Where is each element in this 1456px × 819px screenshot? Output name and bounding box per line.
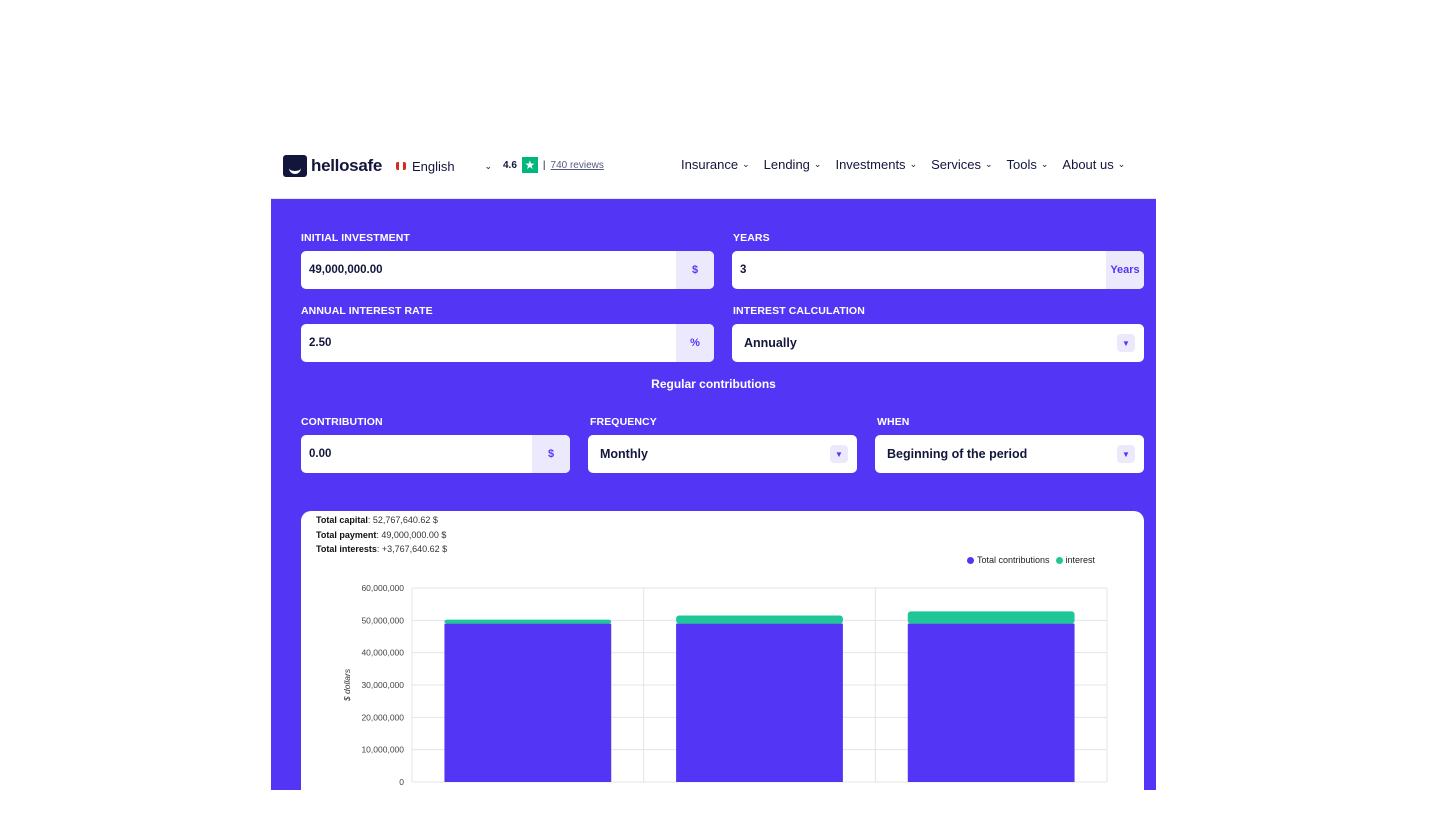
main-nav: Insurance ⌄ Lending ⌄ Investments ⌄ Service… xyxy=(681,157,1125,172)
contribution-label: CONTRIBUTION xyxy=(301,416,383,428)
contribution-value[interactable]: 0.00 xyxy=(301,448,532,460)
chevron-down-icon: ▼ xyxy=(1117,334,1135,352)
y-tick-label: 60,000,000 xyxy=(361,583,404,593)
when-select[interactable]: Beginning of the period ▼ xyxy=(875,435,1144,473)
wallet-icon xyxy=(283,155,307,177)
divider: | xyxy=(542,159,546,171)
nav-label: Tools xyxy=(1006,157,1037,172)
chevron-down-icon: ⌄ xyxy=(813,159,822,169)
interest-rate-field[interactable]: 2.50 % xyxy=(301,324,714,362)
when-label: WHEN xyxy=(877,416,910,428)
y-tick-label: 30,000,000 xyxy=(361,680,404,690)
years-value[interactable]: 3 xyxy=(732,264,1106,276)
site-header: hellosafe English ⌄ 4.6 ★ | 740 reviews … xyxy=(271,147,1156,199)
chevron-down-icon: ▼ xyxy=(1117,445,1135,463)
annual-interest-rate-label: ANNUAL INTEREST RATE xyxy=(301,305,433,317)
dollar-unit: $ xyxy=(676,251,714,289)
dollar-unit: $ xyxy=(532,435,570,473)
nav-label: Investments xyxy=(835,157,906,172)
nav-tools[interactable]: Tools ⌄ xyxy=(1007,157,1049,172)
bar-interest xyxy=(676,615,843,624)
chevron-down-icon: ⌄ xyxy=(1117,159,1126,169)
frequency-label: FREQUENCY xyxy=(590,416,657,428)
when-value: Beginning of the period xyxy=(887,447,1028,461)
interest-rate-value[interactable]: 2.50 xyxy=(301,337,676,349)
years-field[interactable]: 3 Years xyxy=(732,251,1144,289)
nav-services[interactable]: Services ⌄ xyxy=(931,157,992,172)
years-label: YEARS xyxy=(733,232,770,244)
calculator-panel: INITIAL INVESTMENT 49,000,000.00 $ YEARS… xyxy=(271,199,1156,790)
initial-investment-field[interactable]: 49,000,000.00 $ xyxy=(301,251,714,289)
nav-investments[interactable]: Investments ⌄ xyxy=(835,157,917,172)
reviews-link[interactable]: 740 reviews xyxy=(551,160,604,171)
y-tick-label: 10,000,000 xyxy=(361,745,404,755)
interest-calculation-select[interactable]: Annually ▼ xyxy=(732,324,1144,362)
y-tick-label: 20,000,000 xyxy=(361,712,404,722)
years-unit: Years xyxy=(1106,251,1144,289)
chevron-down-icon: ⌄ xyxy=(909,159,918,169)
language-selector[interactable]: English ⌄ xyxy=(396,155,492,177)
language-label: English xyxy=(412,158,455,174)
initial-investment-label: INITIAL INVESTMENT xyxy=(301,232,410,244)
nav-insurance[interactable]: Insurance ⌄ xyxy=(681,157,750,172)
nav-label: Lending xyxy=(763,157,810,172)
chevron-down-icon: ⌄ xyxy=(484,160,492,171)
logo[interactable]: hellosafe xyxy=(283,155,382,177)
chevron-down-icon: ⌄ xyxy=(984,159,993,169)
nav-label: About us xyxy=(1062,157,1114,172)
nav-label: Insurance xyxy=(681,157,739,172)
chevron-down-icon: ⌄ xyxy=(1040,159,1049,169)
logo-text: hellosafe xyxy=(311,156,382,175)
chart-card: Total capital: 52,767,640.62 $ Total pay… xyxy=(301,511,1144,790)
canada-flag-icon xyxy=(396,162,406,170)
contribution-field[interactable]: 0.00 $ xyxy=(301,435,570,473)
nav-about-us[interactable]: About us ⌄ xyxy=(1062,157,1125,172)
regular-contributions-heading: Regular contributions xyxy=(651,377,776,391)
nav-label: Services xyxy=(931,157,981,172)
bar-interest xyxy=(907,611,1075,624)
rating-score: 4.6 xyxy=(503,159,517,171)
y-axis-label: $ dollars xyxy=(342,668,352,702)
y-tick-label: 40,000,000 xyxy=(361,648,404,658)
bar-contributions xyxy=(907,623,1075,782)
y-tick-label: 50,000,000 xyxy=(361,615,404,625)
interest-calculation-value: Annually xyxy=(744,336,797,350)
y-tick-label: 0 xyxy=(399,777,404,787)
initial-investment-value[interactable]: 49,000,000.00 xyxy=(301,264,676,276)
browser-viewport: hellosafe English ⌄ 4.6 ★ | 740 reviews … xyxy=(271,147,1156,790)
stacked-bar-chart: 60,000,000 50,000,000 40,000,000 30,000,000… xyxy=(342,583,1108,787)
bar-contributions xyxy=(444,623,612,782)
chevron-down-icon: ▼ xyxy=(830,445,848,463)
percent-unit: % xyxy=(676,324,714,362)
bar-interest xyxy=(444,619,612,624)
bar-contributions xyxy=(676,623,843,782)
frequency-select[interactable]: Monthly ▼ xyxy=(588,435,857,473)
interest-calculation-label: INTEREST CALCULATION xyxy=(733,305,865,317)
nav-lending[interactable]: Lending ⌄ xyxy=(764,157,822,172)
trustpilot-rating: 4.6 ★ | 740 reviews xyxy=(503,157,604,173)
frequency-value: Monthly xyxy=(600,447,648,461)
star-icon: ★ xyxy=(521,157,538,173)
chevron-down-icon: ⌄ xyxy=(742,159,750,169)
